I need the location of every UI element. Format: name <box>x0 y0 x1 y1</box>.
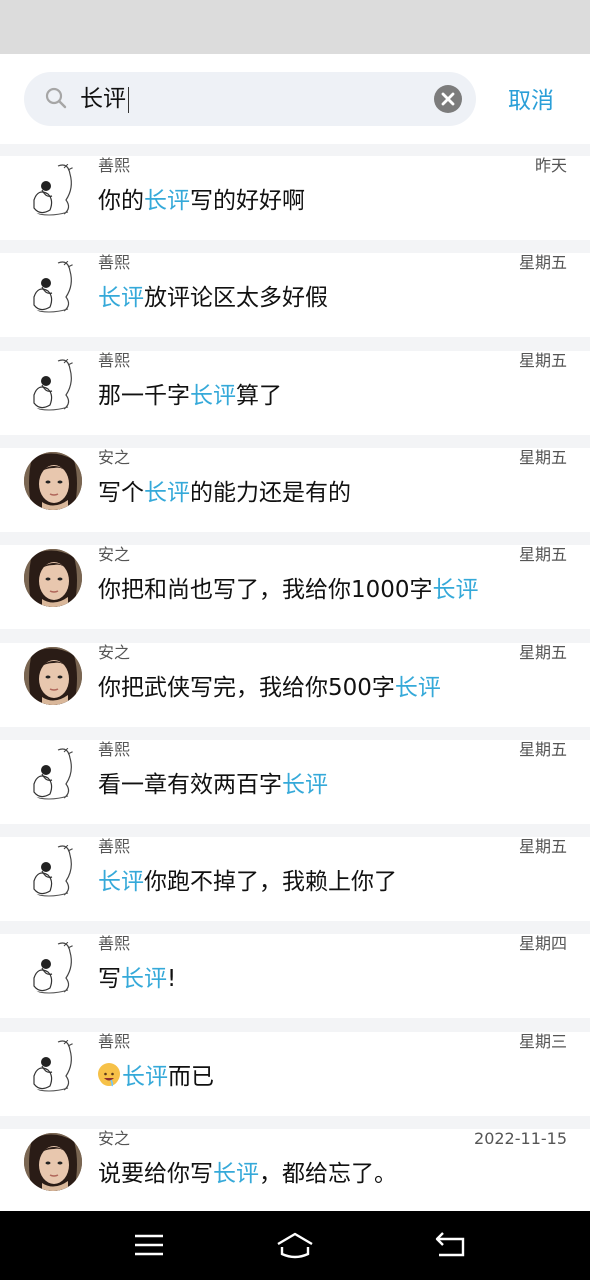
message-text: 写长评! <box>98 962 176 996</box>
message-text: 看一章有效两百字长评 <box>98 768 328 802</box>
keyword-highlight: 长评 <box>144 188 190 214</box>
message-time: 星期五 <box>518 447 567 467</box>
avatar[interactable] <box>24 743 82 802</box>
menu-icon[interactable] <box>131 1229 167 1261</box>
result-row[interactable]: 善熙 星期四写长评! <box>0 934 590 1019</box>
message-fragment: 那一千字 <box>98 382 190 409</box>
avatar[interactable] <box>24 354 82 413</box>
message-fragment: ，都给忘了。 <box>259 1161 397 1187</box>
message-fragment: 而已 <box>168 1063 214 1090</box>
message-text: 说要给你写长评，都给忘了。 <box>98 1157 397 1191</box>
avatar[interactable] <box>24 1133 82 1191</box>
sender-name: 安之 <box>98 642 131 662</box>
keyword-highlight: 长评 <box>190 382 236 409</box>
message-time: 昨天 <box>534 156 567 175</box>
sender-name: 善熙 <box>98 156 131 175</box>
sender-name: 善熙 <box>98 1031 131 1051</box>
result-row[interactable]: 善熙 星期五看一章有效两百字长评 <box>0 739 590 824</box>
text-caret <box>128 86 129 113</box>
message-fragment: 放评论区太多好假 <box>144 285 328 312</box>
search-input[interactable]: 长评 <box>80 72 129 126</box>
result-row[interactable]: 善熙 昨天你的长评写的好好啊 <box>0 156 590 240</box>
search-box[interactable]: 长评 <box>24 72 476 126</box>
message-text: 写个长评的能力还是有的 <box>98 476 351 510</box>
message-text: 长评你跑不掉了，我赖上你了 <box>98 865 397 899</box>
message-text: 长评放评论区太多好假 <box>98 281 328 315</box>
avatar[interactable] <box>24 841 82 900</box>
result-row[interactable]: 安之 星期五你把武侠写完，我给你500字长评 <box>0 642 590 727</box>
keyword-highlight: 长评 <box>121 966 167 993</box>
navigation-bar <box>0 1211 590 1280</box>
message-fragment: 你把和尚也写了，我给你1000字 <box>98 577 433 604</box>
sender-name: 善熙 <box>98 739 131 759</box>
message-time: 星期五 <box>518 253 567 273</box>
message-fragment: 算了 <box>236 382 282 409</box>
keyword-highlight: 长评 <box>122 1063 168 1090</box>
message-fragment: 看一章有效两百字 <box>98 771 282 798</box>
message-fragment: 写个 <box>98 479 144 506</box>
search-header: 长评 取消 <box>0 54 590 144</box>
keyword-highlight: 长评 <box>98 869 144 896</box>
message-time: 星期五 <box>518 545 567 565</box>
sender-name: 善熙 <box>98 934 131 954</box>
result-row[interactable]: 安之 星期五写个长评的能力还是有的 <box>0 447 590 532</box>
result-row[interactable]: 善熙 星期五那一千字长评算了 <box>0 350 590 435</box>
avatar[interactable] <box>24 549 82 608</box>
sender-name: 安之 <box>98 545 131 565</box>
sender-name: 安之 <box>98 447 131 467</box>
message-fragment: 写 <box>98 966 121 993</box>
message-text: 你的长评写的好好啊 <box>98 184 305 218</box>
message-text: 长评而已 <box>98 1060 214 1094</box>
message-fragment: 写的好好啊 <box>190 188 305 214</box>
avatar[interactable] <box>24 451 82 510</box>
result-row[interactable]: 安之 星期五你把和尚也写了，我给你1000字长评 <box>0 545 590 630</box>
result-row[interactable]: 安之 2022-11-15 说要给你写长评，都给忘了。 <box>0 1129 590 1213</box>
search-query: 长评 <box>80 86 126 112</box>
avatar[interactable] <box>24 160 82 218</box>
search-icon <box>44 86 68 110</box>
drooling-face-icon <box>98 1062 120 1087</box>
message-time: 星期五 <box>518 739 567 759</box>
message-time: 星期五 <box>518 837 567 857</box>
keyword-highlight: 长评 <box>144 479 190 506</box>
home-icon[interactable] <box>275 1229 315 1261</box>
cancel-button[interactable]: 取消 <box>496 84 566 118</box>
sender-name: 善熙 <box>98 350 131 370</box>
message-text: 你把武侠写完，我给你500字长评 <box>98 671 441 705</box>
message-fragment: 的能力还是有的 <box>190 479 351 506</box>
clear-icon[interactable] <box>434 85 462 113</box>
keyword-highlight: 长评 <box>282 771 328 798</box>
message-fragment: 你跑不掉了，我赖上你了 <box>144 869 397 896</box>
avatar[interactable] <box>24 257 82 316</box>
avatar[interactable] <box>24 938 82 997</box>
keyword-highlight: 长评 <box>432 577 479 604</box>
message-time: 星期四 <box>518 934 567 954</box>
message-fragment: 说要给你写 <box>98 1161 213 1187</box>
sender-name: 善熙 <box>98 253 131 273</box>
sender-name: 善熙 <box>98 837 131 857</box>
message-fragment: 你把武侠写完，我给你500字 <box>98 674 395 701</box>
message-fragment: ! <box>167 966 177 993</box>
keyword-highlight: 长评 <box>98 285 144 312</box>
keyword-highlight: 长评 <box>394 674 441 701</box>
message-time: 星期五 <box>518 350 567 370</box>
avatar[interactable] <box>24 646 82 705</box>
avatar[interactable] <box>24 1035 82 1094</box>
result-row[interactable]: 善熙 星期三长评而已 <box>0 1031 590 1116</box>
message-fragment: 你的 <box>98 188 144 214</box>
sender-name: 安之 <box>98 1129 131 1148</box>
message-time: 2022-11-15 <box>474 1129 567 1148</box>
status-bar <box>0 0 590 54</box>
back-icon[interactable] <box>433 1229 469 1261</box>
message-text: 那一千字长评算了 <box>98 379 282 413</box>
result-row[interactable]: 善熙 星期五长评你跑不掉了，我赖上你了 <box>0 837 590 922</box>
result-row[interactable]: 善熙 星期五长评放评论区太多好假 <box>0 253 590 338</box>
message-time: 星期三 <box>518 1031 567 1051</box>
message-text: 你把和尚也写了，我给你1000字长评 <box>98 573 479 607</box>
keyword-highlight: 长评 <box>213 1161 259 1187</box>
message-time: 星期五 <box>518 642 567 662</box>
